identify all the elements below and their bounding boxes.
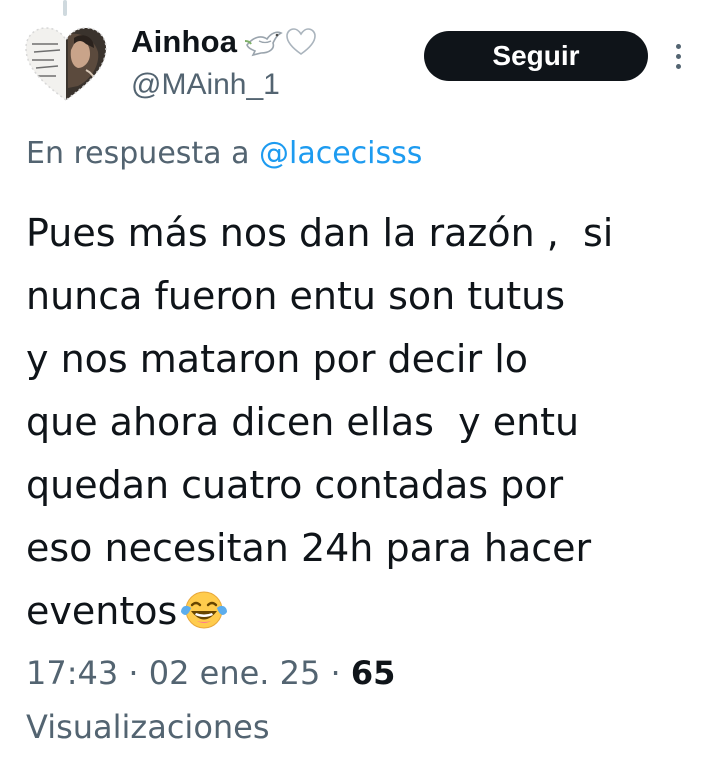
- views-label: Visualizaciones: [26, 708, 270, 746]
- follow-button[interactable]: Seguir: [424, 31, 648, 81]
- thread-connector-line: [63, 0, 67, 16]
- author-name-row[interactable]: Ainhoa: [131, 22, 317, 62]
- author-display-name[interactable]: Ainhoa: [131, 24, 237, 60]
- tweet-line: y nos mataron por decir lo: [26, 337, 528, 381]
- tweet-line: eso necesitan 24h para hacer: [26, 526, 592, 570]
- reply-mention-link[interactable]: @lacecisss: [259, 136, 422, 171]
- meta-separator: ·: [118, 654, 149, 692]
- dove-emoji: [245, 31, 284, 57]
- tweet-meta: 17:43 · 02 ene. 25 · 65: [26, 654, 395, 692]
- tweet-text: Pues más nos dan la razón , si nunca fue…: [26, 202, 696, 643]
- more-dot: [675, 43, 681, 49]
- more-dot: [675, 53, 681, 59]
- tweet-line: Pues más nos dan la razón , si: [26, 211, 614, 255]
- meta-separator: ·: [320, 654, 351, 692]
- tweet-line: quedan cuatro contadas por: [26, 463, 564, 507]
- tweet-line: que ahora dicen ellas y entu: [26, 400, 580, 444]
- avatar[interactable]: [24, 26, 108, 102]
- author-handle[interactable]: @MAinh_1: [131, 68, 280, 102]
- tweet-line-text: eventos: [26, 589, 178, 633]
- tweet-line-last: eventos: [26, 580, 696, 643]
- reply-prefix: En respuesta a: [26, 136, 260, 171]
- white-heart-emoji: [286, 28, 317, 55]
- face-with-tears-of-joy-emoji: [181, 591, 228, 629]
- more-dot: [675, 63, 681, 69]
- reply-context: En respuesta a @lacecisss: [26, 136, 422, 171]
- tweet-time[interactable]: 17:43: [26, 654, 118, 692]
- more-vertical-icon[interactable]: [666, 38, 690, 74]
- heart-avatar-icon: [25, 27, 107, 101]
- tweet-line: nunca fueron entu son tutus: [26, 274, 566, 318]
- views-count: 65: [350, 654, 396, 692]
- tweet-date[interactable]: 02 ene. 25: [149, 654, 321, 692]
